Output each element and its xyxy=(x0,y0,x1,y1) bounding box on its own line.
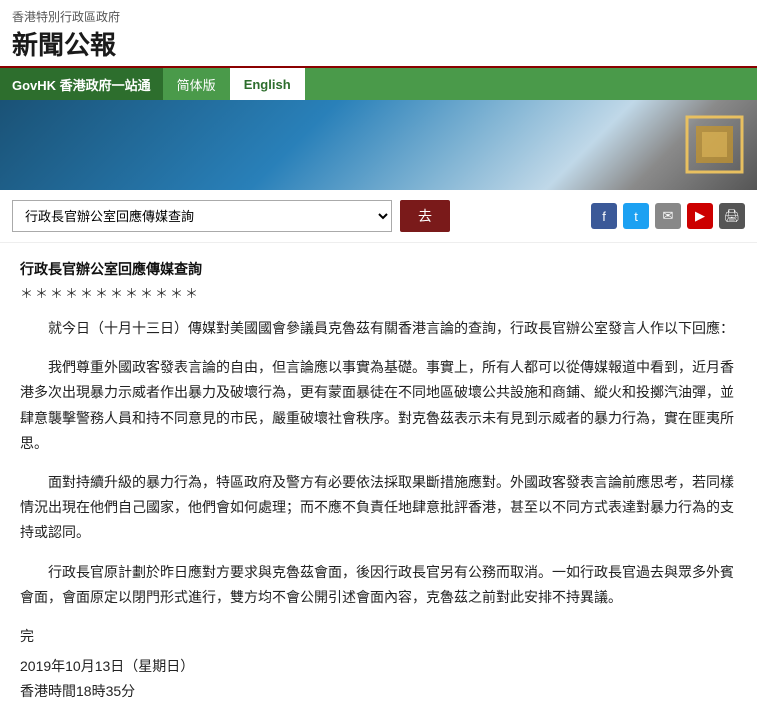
paragraph-2: 我們尊重外國政客發表言論的自由，但言論應以事實為基礎。事實上，所有人都可以從傳媒… xyxy=(20,355,737,456)
facebook-icon[interactable]: f xyxy=(591,203,617,229)
banner xyxy=(0,100,757,190)
print-icon[interactable]: 🖨 xyxy=(719,203,745,229)
date-line-2: 香港時間18時35分 xyxy=(20,679,737,704)
paragraph-3: 面對持續升級的暴力行為，特區政府及警方有必要依法採取果斷措施應對。外國政客發表言… xyxy=(20,470,737,546)
navbar-english[interactable]: English xyxy=(230,68,305,100)
navbar-simplified[interactable]: 简体版 xyxy=(163,68,230,100)
header-subtitle: 香港特別行政區政府 xyxy=(12,8,745,25)
department-select[interactable]: 行政長官辦公室回應傳媒查詢 xyxy=(12,200,392,232)
go-button[interactable]: 去 xyxy=(400,200,450,232)
navbar: GovHK 香港政府一站通 简体版 English xyxy=(0,68,757,100)
twitter-icon[interactable]: t xyxy=(623,203,649,229)
email-icon[interactable]: ✉ xyxy=(655,203,681,229)
paragraph-4: 行政長官原計劃於昨日應對方要求與克魯茲會面，後因行政長官另有公務而取消。一如行政… xyxy=(20,560,737,610)
content-area: 行政長官辦公室回應傳媒查詢 ＊＊＊＊＊＊＊＊＊＊＊＊ 就今日（十月十三日）傳媒對… xyxy=(0,243,757,720)
toolbar: 行政長官辦公室回應傳媒查詢 去 f t ✉ ▶ 🖨 xyxy=(0,190,757,243)
content-title: 行政長官辦公室回應傳媒查詢 xyxy=(20,259,737,279)
header-title: 新聞公報 xyxy=(12,25,745,62)
divider-stars: ＊＊＊＊＊＊＊＊＊＊＊＊ xyxy=(20,283,737,302)
navbar-govhk[interactable]: GovHK 香港政府一站通 xyxy=(0,68,163,100)
date-line-1: 2019年10月13日（星期日） xyxy=(20,654,737,679)
banner-logo xyxy=(682,112,747,177)
paragraph-1: 就今日（十月十三日）傳媒對美國國會參議員克魯茲有關香港言論的查詢，行政長官辦公室… xyxy=(20,316,737,341)
header: 香港特別行政區政府 新聞公報 xyxy=(0,0,757,68)
youtube-icon[interactable]: ▶ xyxy=(687,203,713,229)
end-mark: 完 xyxy=(20,626,737,646)
social-icons: f t ✉ ▶ 🖨 xyxy=(591,203,745,229)
